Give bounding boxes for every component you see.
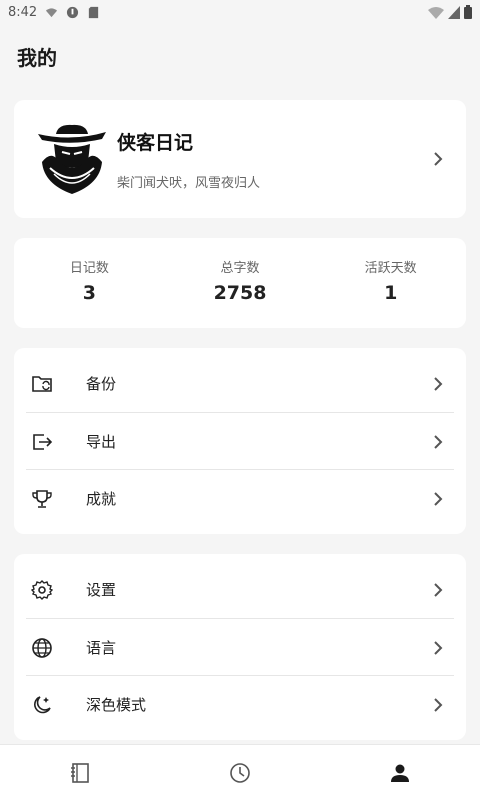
status-time: 8:42 — [8, 4, 38, 20]
menu-item-achievements[interactable]: 成就 — [26, 469, 454, 526]
chevron-right-icon — [434, 641, 443, 655]
profile-motto: 柴门闻犬吠，风雪夜归人 — [117, 176, 261, 191]
stats-card: 日记数 3 总字数 2758 活跃天数 1 — [14, 238, 466, 328]
chevron-right-icon — [434, 698, 443, 712]
menu-item-language[interactable]: 语言 — [26, 618, 454, 675]
stat-active-days: 活跃天数 1 — [315, 238, 466, 328]
trophy-icon — [32, 490, 52, 508]
bottom-nav — [0, 744, 480, 800]
profile-name: 侠客日记 — [117, 132, 194, 154]
menu-item-export[interactable]: 导出 — [26, 412, 454, 469]
nav-tab-diary[interactable] — [0, 745, 160, 800]
wifi-calling-icon — [46, 7, 58, 17]
chevron-right-icon — [434, 377, 443, 391]
moon-star-icon — [34, 696, 51, 714]
export-icon — [33, 434, 53, 450]
battery-icon — [464, 5, 472, 19]
menu-item-dark-mode[interactable]: 深色模式 — [26, 675, 454, 732]
gear-icon — [31, 580, 53, 600]
profile-card[interactable]: 侠客日记 柴门闻犬吠，风雪夜归人 — [14, 100, 466, 218]
app-notification-icon — [67, 6, 79, 18]
globe-icon — [32, 638, 52, 658]
stat-label: 日记数 — [69, 261, 109, 276]
menu-item-backup[interactable]: 备份 — [26, 355, 454, 412]
folder-sync-icon — [32, 376, 52, 392]
stat-word-count: 总字数 2758 — [165, 238, 316, 328]
signal-icon — [448, 5, 460, 19]
diary-book-icon — [71, 762, 89, 783]
nav-tab-profile[interactable] — [320, 745, 480, 800]
swordsman-hat-avatar-icon — [38, 124, 106, 194]
menu-group-preferences: 设置 语言 深色模式 — [14, 554, 466, 740]
menu-label: 设置 — [86, 581, 117, 599]
menu-label: 成就 — [86, 490, 117, 508]
status-bar: 8:42 — [0, 0, 480, 24]
stat-diary-count: 日记数 3 — [14, 238, 165, 328]
chevron-right-icon — [434, 435, 443, 449]
stat-label: 总字数 — [220, 261, 260, 276]
clock-icon — [230, 762, 250, 783]
person-icon — [391, 764, 409, 782]
chevron-right-icon — [434, 583, 443, 597]
stat-value: 1 — [384, 282, 398, 304]
stat-label: 活跃天数 — [364, 261, 417, 276]
stat-value: 2758 — [213, 282, 267, 304]
page-title: 我的 — [17, 46, 57, 70]
wifi-icon — [428, 6, 444, 19]
chevron-right-icon — [434, 492, 443, 506]
stat-value: 3 — [82, 282, 96, 304]
sd-card-icon — [89, 6, 99, 18]
menu-label: 语言 — [86, 639, 117, 657]
menu-item-settings[interactable]: 设置 — [26, 561, 454, 618]
menu-label: 深色模式 — [86, 696, 147, 714]
menu-label: 备份 — [86, 375, 117, 393]
nav-tab-timeline[interactable] — [160, 745, 320, 800]
chevron-right-icon — [434, 152, 443, 166]
menu-group-data: 备份 导出 成就 — [14, 348, 466, 534]
menu-label: 导出 — [86, 433, 117, 451]
